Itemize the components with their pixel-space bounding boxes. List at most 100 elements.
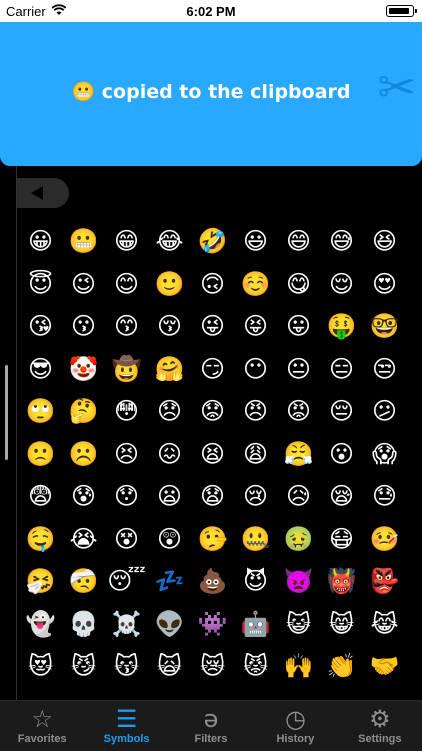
emoji-cell[interactable]: 🤧 [19,560,62,603]
emoji-cell[interactable]: 😗 [62,305,105,348]
emoji-cell[interactable]: 😤 [277,433,320,476]
emoji-cell[interactable]: 😆 [363,220,406,263]
emoji-cell[interactable]: 😼 [62,645,105,688]
emoji-cell[interactable]: 💩 [191,560,234,603]
emoji-cell[interactable]: 😹 [363,603,406,646]
emoji-cell[interactable]: 🤢 [277,518,320,561]
emoji-cell[interactable]: 😓 [363,475,406,518]
emoji-cell[interactable]: 👻 [19,603,62,646]
emoji-cell[interactable]: 😭 [62,518,105,561]
emoji-cell[interactable]: 😪 [320,475,363,518]
emoji-cell[interactable]: 👺 [363,560,406,603]
tab-filters[interactable]: ə Filters [169,701,253,751]
tab-settings[interactable]: ⚙ Settings [338,701,422,751]
emoji-cell[interactable]: 🤕 [62,560,105,603]
emoji-cell[interactable]: 🤝 [363,645,406,688]
emoji-cell[interactable]: 💤 [148,560,191,603]
emoji-cell[interactable]: 🤠 [105,348,148,391]
emoji-cell[interactable]: 😙 [105,305,148,348]
emoji-cell[interactable]: 😑 [320,348,363,391]
emoji-cell[interactable]: 👏 [320,645,363,688]
emoji-cell[interactable]: 😵 [105,518,148,561]
emoji-cell[interactable]: 🤖 [234,603,277,646]
emoji-cell[interactable]: ☹️ [62,433,105,476]
emoji-cell[interactable]: 👹 [320,560,363,603]
emoji-cell[interactable]: 😩 [234,433,277,476]
emoji-cell[interactable]: 😒 [363,348,406,391]
emoji-cell[interactable]: 😠 [234,390,277,433]
emoji-cell[interactable]: 😷 [320,518,363,561]
emoji-cell[interactable]: 😫 [191,433,234,476]
emoji-cell[interactable]: 😊 [105,263,148,306]
emoji-cell[interactable]: 😡 [277,390,320,433]
emoji-cell[interactable]: 🤓 [363,305,406,348]
emoji-cell[interactable]: 😘 [19,305,62,348]
emoji-cell[interactable]: 😣 [105,433,148,476]
emoji-cell[interactable]: 🤡 [62,348,105,391]
emoji-cell[interactable]: 😱 [363,433,406,476]
emoji-cell[interactable]: 😀 [19,220,62,263]
emoji-cell[interactable]: 😁 [105,220,148,263]
emoji-cell[interactable]: 👿 [277,560,320,603]
emoji-cell[interactable]: 💀 [62,603,105,646]
emoji-cell[interactable]: 🙁 [19,433,62,476]
emoji-cell[interactable]: 😯 [105,475,148,518]
emoji-cell[interactable]: 😴 [105,560,148,603]
tab-symbols[interactable]: ☰ Symbols [84,701,168,751]
emoji-cell[interactable]: 🙄 [19,390,62,433]
emoji-cell[interactable]: 😽 [105,645,148,688]
emoji-cell[interactable]: 😎 [19,348,62,391]
emoji-cell[interactable]: 😃 [234,220,277,263]
tab-favorites[interactable]: ☆ Favorites [0,701,84,751]
emoji-cell[interactable]: 😺 [277,603,320,646]
emoji-cell[interactable]: 🤑 [320,305,363,348]
emoji-cell[interactable]: 😔 [320,390,363,433]
emoji-cell[interactable]: 🤐 [234,518,277,561]
emoji-cell[interactable]: 🤗 [148,348,191,391]
emoji-cell[interactable]: 😉 [62,263,105,306]
emoji-cell[interactable]: 😋 [277,263,320,306]
emoji-cell[interactable]: 🤤 [19,518,62,561]
emoji-cell[interactable]: ☺️ [234,263,277,306]
emoji-cell[interactable]: 🙃 [191,263,234,306]
emoji-cell[interactable]: 😄 [277,220,320,263]
emoji-cell[interactable]: 😳 [105,390,148,433]
emoji-cell[interactable]: 😚 [148,305,191,348]
emoji-cell[interactable]: 😜 [191,305,234,348]
emoji-cell[interactable]: 🤔 [62,390,105,433]
emoji-cell[interactable]: 😢 [234,475,277,518]
emoji-cell[interactable]: 😲 [148,518,191,561]
emoji-cell[interactable]: 🙀 [148,645,191,688]
emoji-cell[interactable]: 😛 [277,305,320,348]
emoji-cell[interactable]: 🤣 [191,220,234,263]
emoji-cell[interactable]: 😕 [363,390,406,433]
emoji-cell[interactable]: 😈 [234,560,277,603]
emoji-cell[interactable]: 🙌 [277,645,320,688]
emoji-cell[interactable]: 😦 [148,475,191,518]
emoji-cell[interactable]: 🙂 [148,263,191,306]
emoji-cell[interactable]: 😻 [19,645,62,688]
emoji-cell[interactable]: 😧 [191,475,234,518]
back-button[interactable] [17,178,69,208]
emoji-cell[interactable]: 😨 [19,475,62,518]
emoji-cell[interactable]: 😝 [234,305,277,348]
emoji-cell[interactable]: 🤒 [363,518,406,561]
emoji-cell[interactable]: 😌 [320,263,363,306]
copied-toast[interactable]: 😬 copied to the clipboard ✂ [0,22,422,166]
emoji-cell[interactable]: 😏 [191,348,234,391]
emoji-cell[interactable]: 👽 [148,603,191,646]
scroll-indicator[interactable] [5,365,8,460]
emoji-cell[interactable]: 😅 [320,220,363,263]
emoji-cell[interactable]: 😐 [277,348,320,391]
emoji-cell[interactable]: 😂 [148,220,191,263]
emoji-cell[interactable]: 😇 [19,263,62,306]
emoji-cell[interactable]: 😞 [148,390,191,433]
emoji-cell[interactable]: 😾 [234,645,277,688]
emoji-cell[interactable]: 😬 [62,220,105,263]
emoji-cell[interactable]: 🤥 [191,518,234,561]
emoji-cell[interactable]: 😟 [191,390,234,433]
emoji-cell[interactable]: 😿 [191,645,234,688]
emoji-cell[interactable]: 😥 [277,475,320,518]
emoji-cell[interactable]: 😸 [320,603,363,646]
emoji-cell[interactable]: 😮 [320,433,363,476]
